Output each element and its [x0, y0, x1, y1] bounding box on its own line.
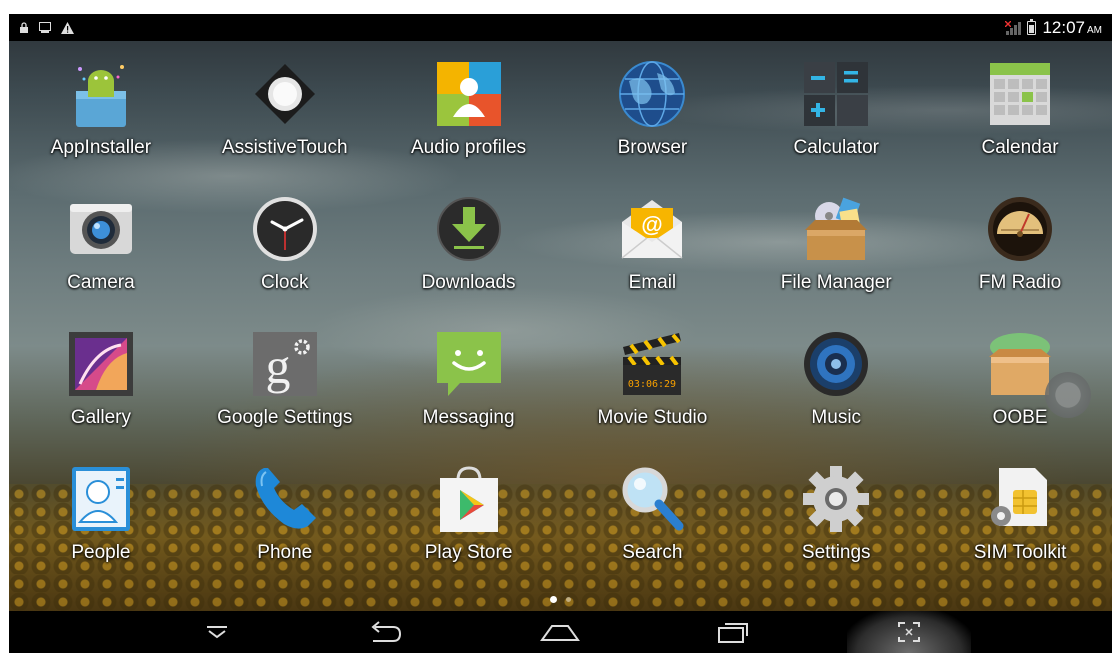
- screenshot-button[interactable]: [887, 617, 931, 647]
- people-icon: [66, 464, 136, 534]
- audio-profiles-icon: [434, 59, 504, 129]
- movie-timecode: 03:06:29: [628, 379, 676, 390]
- app-label: Movie Studio: [597, 407, 708, 428]
- app-email[interactable]: @ Email: [560, 194, 744, 329]
- status-bar[interactable]: 12:07 AM: [9, 14, 1112, 41]
- movie-studio-icon: 03:06:29: [617, 329, 687, 399]
- messaging-icon: [434, 329, 504, 399]
- app-appinstaller[interactable]: AppInstaller: [9, 59, 193, 194]
- app-movie-studio[interactable]: 03:06:29 Movie Studio: [560, 329, 744, 464]
- page-indicator: [550, 596, 571, 603]
- recent-apps-button[interactable]: [712, 617, 756, 647]
- battery-icon: [1027, 18, 1037, 35]
- app-clock[interactable]: Clock: [193, 194, 377, 329]
- app-calendar[interactable]: Calendar: [928, 59, 1112, 194]
- app-music[interactable]: Music: [744, 329, 928, 464]
- app-installer-icon: [66, 59, 136, 129]
- email-at-glyph: @: [642, 212, 663, 237]
- app-label: Gallery: [70, 407, 131, 428]
- music-speaker-icon: [801, 329, 871, 399]
- navigation-bar: [9, 611, 1112, 653]
- app-phone[interactable]: Phone: [193, 464, 377, 599]
- app-downloads[interactable]: Downloads: [377, 194, 561, 329]
- google-g-glyph: g: [265, 338, 290, 394]
- home-screen: 12:07 AM AppInstaller AssistiveTouch Aud…: [9, 14, 1112, 653]
- app-label: OOBE: [992, 407, 1048, 428]
- app-label: Audio profiles: [411, 137, 527, 158]
- app-play-store[interactable]: Play Store: [377, 464, 561, 599]
- app-label: AssistiveTouch: [221, 137, 348, 158]
- app-assistivetouch[interactable]: AssistiveTouch: [193, 59, 377, 194]
- app-label: Google Settings: [217, 407, 353, 428]
- app-google-settings[interactable]: g Google Settings: [193, 329, 377, 464]
- sim-toolkit-icon: [985, 464, 1055, 534]
- app-search[interactable]: Search: [560, 464, 744, 599]
- home-icon: [540, 625, 580, 641]
- browser-globe-icon: [617, 59, 687, 129]
- app-label: AppInstaller: [50, 137, 152, 158]
- calendar-icon: [985, 59, 1055, 129]
- app-label: File Manager: [780, 272, 892, 293]
- search-icon: [617, 464, 687, 534]
- app-label: Downloads: [421, 272, 516, 293]
- app-gallery[interactable]: Gallery: [9, 329, 193, 464]
- app-messaging[interactable]: Messaging: [377, 329, 561, 464]
- back-button[interactable]: [363, 617, 407, 647]
- app-label: Calculator: [793, 137, 880, 158]
- fm-radio-icon: [985, 194, 1055, 264]
- no-signal-icon: [1005, 20, 1022, 35]
- camera-icon: [66, 194, 136, 264]
- file-manager-icon: [801, 194, 871, 264]
- calculator-icon: [801, 59, 871, 129]
- warning-icon: [61, 21, 74, 34]
- google-settings-icon: g: [250, 329, 320, 399]
- app-label: Settings: [801, 542, 871, 563]
- play-store-icon: [434, 464, 504, 534]
- app-label: SIM Toolkit: [973, 542, 1067, 563]
- app-camera[interactable]: Camera: [9, 194, 193, 329]
- app-sim-toolkit[interactable]: SIM Toolkit: [928, 464, 1112, 599]
- assistive-touch-icon: [250, 59, 320, 129]
- app-label: Clock: [260, 272, 309, 293]
- hide-nav-button[interactable]: [195, 617, 239, 647]
- app-calculator[interactable]: Calculator: [744, 59, 928, 194]
- page-dot-active: [550, 596, 557, 603]
- downloads-icon: [434, 194, 504, 264]
- app-label: Music: [811, 407, 862, 428]
- app-audio-profiles[interactable]: Audio profiles: [377, 59, 561, 194]
- app-label: People: [71, 542, 131, 563]
- screenshot-capture-icon: [898, 622, 920, 642]
- oobe-box-icon: [985, 329, 1055, 399]
- app-file-manager[interactable]: File Manager: [744, 194, 928, 329]
- app-label: Email: [628, 272, 677, 293]
- app-fm-radio[interactable]: FM Radio: [928, 194, 1112, 329]
- email-icon: @: [617, 194, 687, 264]
- home-button[interactable]: [538, 617, 582, 647]
- app-label: Messaging: [422, 407, 515, 428]
- phone-icon: [250, 464, 320, 534]
- app-label: Search: [622, 542, 683, 563]
- settings-gear-icon: [801, 464, 871, 534]
- app-settings[interactable]: Settings: [744, 464, 928, 599]
- app-grid: AppInstaller AssistiveTouch Audio profil…: [9, 41, 1112, 611]
- chevron-down-icon: [207, 626, 227, 639]
- app-label: Browser: [617, 137, 688, 158]
- floating-assistive-button[interactable]: [1045, 372, 1091, 418]
- app-browser[interactable]: Browser: [560, 59, 744, 194]
- app-label: Play Store: [424, 542, 513, 563]
- clock-icon: [250, 194, 320, 264]
- back-arrow-icon: [371, 621, 402, 642]
- status-clock: 12:07 AM: [1042, 17, 1102, 37]
- app-label: Calendar: [981, 137, 1059, 158]
- app-label: FM Radio: [978, 272, 1062, 293]
- gallery-icon: [66, 329, 136, 399]
- app-label: Camera: [67, 272, 135, 293]
- lock-icon: [20, 21, 28, 33]
- app-people[interactable]: People: [9, 464, 193, 599]
- screenshot-icon: [39, 22, 51, 33]
- page-dot: [566, 597, 571, 602]
- app-label: Phone: [257, 542, 313, 563]
- recent-apps-icon: [718, 623, 748, 643]
